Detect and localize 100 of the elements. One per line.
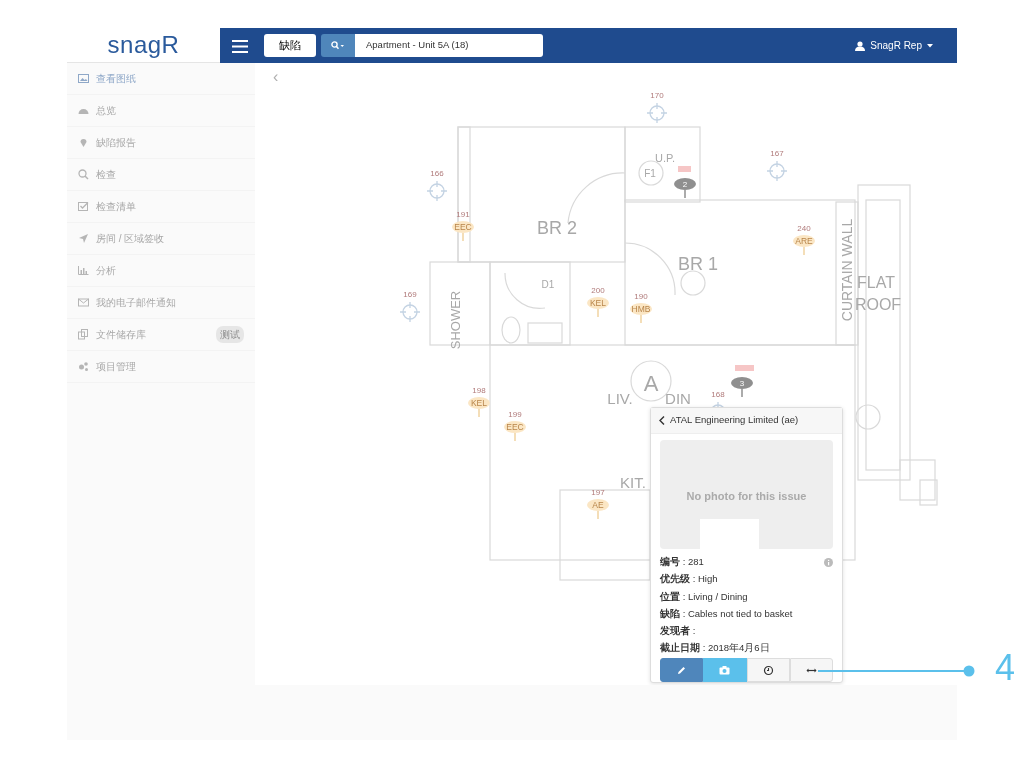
sidebar-label: 总览 <box>96 104 116 118</box>
pin-count: 3 <box>739 379 745 388</box>
pin-code: KEL <box>589 298 607 308</box>
copy-icon <box>78 329 89 340</box>
room-label: DIN <box>665 390 691 407</box>
sidebar-label: 我的电子邮件通知 <box>96 296 176 310</box>
room-label: LIV. <box>607 390 633 407</box>
sidebar-item[interactable]: 查看图纸 <box>67 63 255 95</box>
pin-number: 166 <box>430 169 444 178</box>
issue-pin[interactable] <box>587 297 609 318</box>
pin-code: ARE <box>795 236 813 246</box>
room-label: SHOWER <box>448 290 463 350</box>
placeholder-text: No photo for this issue <box>686 488 807 502</box>
callout-number: 4 <box>995 650 1016 686</box>
info-icon[interactable] <box>824 557 833 567</box>
field-text: 发现者 : <box>660 624 696 639</box>
target-icon[interactable] <box>766 160 788 182</box>
location-field[interactable]: Apartment - Unit 5A (18) <box>355 34 543 57</box>
pin-number: 169 <box>403 290 417 299</box>
room-label: ROOF <box>854 296 902 313</box>
issue-pin[interactable] <box>452 221 474 242</box>
issue-pin[interactable] <box>504 421 526 442</box>
issue-pin[interactable] <box>587 499 609 520</box>
edit-icon <box>676 664 688 676</box>
room-label: BR 1 <box>678 254 718 274</box>
field-text: 位置 : Living / Dining <box>660 589 748 604</box>
target-icon[interactable] <box>399 301 421 323</box>
sidebar-item[interactable]: 检查清单 <box>67 191 255 223</box>
camera-button[interactable] <box>703 658 747 682</box>
logo[interactable]: snagR <box>107 33 180 57</box>
camera-icon <box>719 664 731 676</box>
arrow-icon <box>78 233 89 244</box>
sidebar-item[interactable]: 房间 / 区域签收 <box>67 223 255 255</box>
sidebar-item[interactable]: 总览 <box>67 95 255 127</box>
target-icon[interactable] <box>426 180 448 202</box>
envelope-icon <box>78 297 89 308</box>
pin-number: 170 <box>650 91 664 100</box>
room-label: KIT. <box>620 474 646 491</box>
room-label: CURTAIN WALL <box>839 218 855 322</box>
edit-button[interactable] <box>660 658 704 682</box>
pin-number: 167 <box>770 149 784 158</box>
pin-icon <box>78 137 89 148</box>
history-icon <box>762 664 774 676</box>
pin-code: HMB <box>631 304 651 314</box>
pin-number: 191 <box>456 210 470 219</box>
back-icon[interactable]: ‹ <box>273 65 279 89</box>
sidebar-label: 缺陷报告 <box>96 136 136 150</box>
room-label: U.P. <box>655 152 675 164</box>
gears-icon <box>78 361 89 372</box>
room-label: D1 <box>541 279 555 290</box>
chevron-left-icon[interactable] <box>659 415 665 425</box>
sidebar-label: 查看图纸 <box>96 72 136 86</box>
field-text: 编号 : 281 <box>660 554 704 569</box>
pin-number: 190 <box>634 292 648 301</box>
search-icon <box>331 41 345 50</box>
pin-number: 240 <box>797 224 811 233</box>
issue-pin[interactable] <box>468 397 490 418</box>
issue-pin[interactable] <box>630 303 652 324</box>
room-label: A <box>643 371 659 396</box>
caret-icon <box>927 43 933 48</box>
pin-code: EEC <box>506 422 524 432</box>
bar-chart-icon <box>78 265 89 276</box>
cluster-pin[interactable] <box>731 377 753 398</box>
sidebar-item[interactable]: 检查 <box>67 159 255 191</box>
sidebar-item[interactable]: 文件储存库 测试 <box>67 319 255 351</box>
field-text: 缺陷 : Cables not tied to basket <box>660 606 793 621</box>
sidebar-label: 房间 / 区域签收 <box>96 232 165 246</box>
sidebar-item[interactable]: 分析 <box>67 255 255 287</box>
sidebar-label: 项目管理 <box>96 360 136 374</box>
pin-number: 199 <box>508 410 522 419</box>
cluster-pin[interactable] <box>674 178 696 199</box>
room-label: FLAT <box>857 274 895 291</box>
target-icon[interactable] <box>646 102 668 124</box>
pin-number: 198 <box>472 386 486 395</box>
issue-pin[interactable] <box>793 235 815 256</box>
picture-icon <box>78 73 89 84</box>
sidebar-item[interactable]: 我的电子邮件通知 <box>67 287 255 319</box>
pin-code: KEL <box>470 398 488 408</box>
field-text: 优先级 : High <box>660 572 718 587</box>
room-label: F1 <box>644 168 656 179</box>
category-dropdown[interactable]: 缺陷 <box>264 34 316 57</box>
search-icon <box>78 169 89 180</box>
sidebar-label: 分析 <box>96 264 116 278</box>
pin-number: 168 <box>711 390 725 399</box>
search-button[interactable] <box>321 34 355 57</box>
pin-code: EEC <box>454 222 472 232</box>
pin-code: AE <box>592 500 604 510</box>
flag-icon <box>678 166 691 172</box>
user-menu[interactable]: SnagR Rep <box>849 37 939 54</box>
menu-icon[interactable] <box>230 37 250 54</box>
sidebar-badge: 测试 <box>216 326 244 343</box>
sidebar-item[interactable]: 缺陷报告 <box>67 127 255 159</box>
flag-icon <box>735 365 754 371</box>
field-text: 截止日期 : 2018年4月6日 <box>660 641 770 656</box>
history-button[interactable] <box>746 658 790 682</box>
sidebar-label: 检查清单 <box>96 200 136 214</box>
sidebar-label: 检查 <box>96 168 116 182</box>
user-icon <box>855 40 866 51</box>
pin-count: 2 <box>682 180 688 189</box>
sidebar-item[interactable]: 项目管理 <box>67 351 255 383</box>
